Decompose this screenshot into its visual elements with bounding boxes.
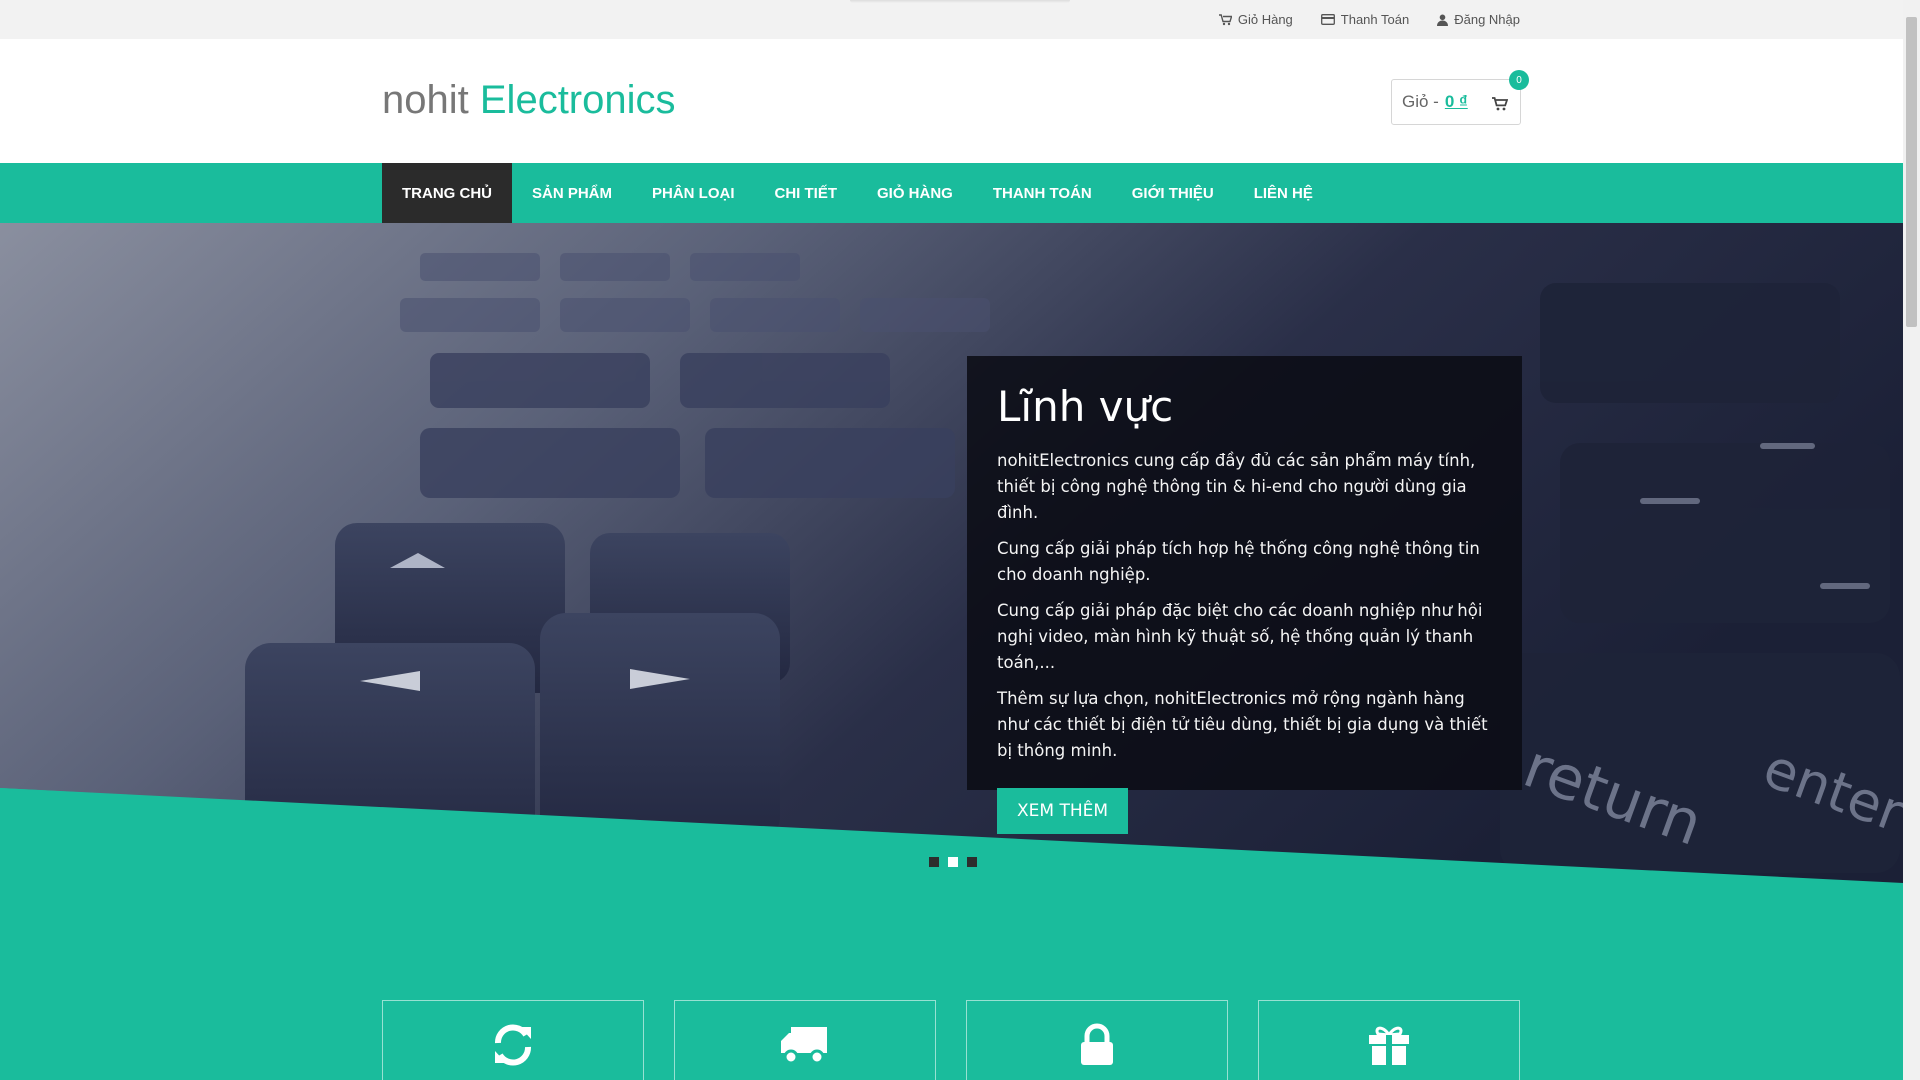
user-icon [1437,14,1449,26]
feature-box-gifts[interactable] [1258,1000,1520,1080]
nav-list: TRANG CHỦ SẢN PHẨM PHÂN LOẠI CHI TIẾT GI… [382,163,1333,223]
top-link-cart[interactable]: Giỏ Hàng [1218,12,1293,27]
hero-paragraph-1: nohitElectronics cung cấp đầy đủ các sản… [997,451,1476,523]
refresh-icon [490,1023,536,1080]
feature-boxes [382,1000,1520,1080]
feature-box-security[interactable] [966,1000,1228,1080]
site-header: nohit Electronics Giỏ - 0 ₫ 0 [0,39,1903,163]
top-link-cart-label: Giỏ Hàng [1237,12,1293,27]
slider-dot-1[interactable] [929,857,939,867]
logo-text-accent: Electronics [479,78,676,122]
hero-caption: Lĩnh vực nohitElectronics cung cấp đầy đ… [967,356,1522,835]
nav-item-categories[interactable]: PHÂN LOẠI [632,163,755,223]
gift-icon [1366,1023,1412,1080]
credit-card-icon [1320,14,1335,25]
read-more-button[interactable]: XEM THÊM [997,788,1129,835]
truck-icon [779,1023,831,1080]
top-link-checkout-label: Thanh Toán [1340,12,1410,27]
top-link-login-label: Đăng Nhập [1454,12,1520,27]
slider-dot-3[interactable] [967,857,977,867]
main-navigation: TRANG CHỦ SẢN PHẨM PHÂN LOẠI CHI TIẾT GI… [0,163,1903,223]
top-link-checkout[interactable]: Thanh Toán [1320,12,1410,27]
logo-text-primary: nohit [382,78,469,122]
site-logo[interactable]: nohit Electronics [382,80,676,120]
nav-item-cart[interactable]: GIỎ HÀNG [857,163,973,223]
hero-diagonal-band [0,788,1903,888]
hero-paragraph-2: Cung cấp giải pháp tích hợp hệ thống côn… [997,539,1480,585]
nav-item-checkout[interactable]: THANH TOÁN [973,163,1112,223]
slider-dot-2[interactable] [948,857,958,867]
slider-dots [929,857,977,867]
nav-item-home[interactable]: TRANG CHỦ [382,163,512,223]
nav-item-about[interactable]: GIỚI THIỆU [1112,163,1234,223]
top-links: Giỏ Hàng Thanh Toán Đăng Nhập [1218,0,1520,39]
mini-cart-amount: 0 ₫ [1444,92,1468,111]
cart-count-badge: 0 [1509,70,1529,90]
hero-paragraph-3: Cung cấp giải pháp đặc biệt cho các doan… [997,601,1483,673]
hero-slider: return enter Lĩnh vực nohitElectronics c… [0,223,1903,888]
lock-icon [1079,1023,1115,1080]
top-utility-bar: Giỏ Hàng Thanh Toán Đăng Nhập [0,0,1903,39]
feature-box-shipping[interactable] [674,1000,936,1080]
mini-cart-label: Giỏ - [1402,92,1439,111]
nav-item-details[interactable]: CHI TIẾT [755,163,858,223]
scrollbar-thumb[interactable] [1906,17,1917,327]
topbar-shade [850,0,1070,3]
hero-paragraph-4: Thêm sự lựa chọn, nohitElectronics mở rộ… [997,689,1488,761]
nav-item-contact[interactable]: LIÊN HỆ [1234,163,1333,223]
page-scrollbar[interactable] [1903,0,1920,1080]
cart-icon [1218,13,1232,26]
mini-cart-button[interactable]: Giỏ - 0 ₫ 0 [1391,70,1529,125]
hero-title: Lĩnh vực [997,382,1174,431]
feature-box-returns[interactable] [382,1000,644,1080]
nav-item-products[interactable]: SẢN PHẨM [512,163,632,223]
top-link-login[interactable]: Đăng Nhập [1437,12,1520,27]
cart-icon [1492,96,1509,116]
